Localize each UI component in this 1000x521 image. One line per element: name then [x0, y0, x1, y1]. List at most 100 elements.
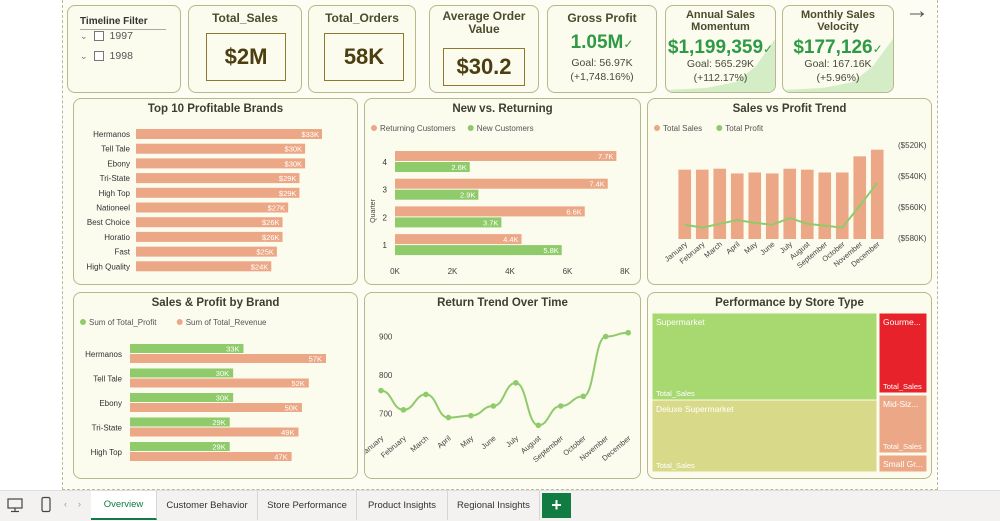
kpi-delta: (+1,748.16%) — [570, 71, 634, 83]
legend-label: Sum of Total_Profit — [89, 318, 157, 327]
tab-overview[interactable]: Overview — [91, 491, 157, 520]
tick-label: Ebony — [107, 159, 130, 168]
bar — [130, 452, 292, 461]
data-point — [535, 422, 542, 429]
data-label: $27K — [268, 204, 286, 213]
legend-marker — [654, 125, 660, 131]
kpi-title: Gross Profit — [567, 11, 637, 25]
panel-sales-profit-trend: Sales vs Profit Trend Total Sales Total P… — [647, 98, 932, 285]
tick-label: Nationeel — [96, 204, 130, 213]
chart-top-brands: Hermanos $33K Tell Tale $30K Ebony $30K Tri-St… — [86, 129, 322, 272]
timeline-filter: Timeline Filter ⌄ 1997 ⌄ 1998 — [67, 5, 181, 93]
tick-label: High Quality — [86, 262, 130, 271]
kpi-title: Total_Orders — [325, 11, 399, 25]
cell-label: Small Gr... — [883, 459, 923, 469]
cell-metric: Total_Sales — [883, 382, 922, 391]
kpi-annual-sales-momentum: Annual Sales Momentum $1,199,359✓ Goal: … — [665, 5, 776, 93]
scroll-left-icon[interactable]: ‹ — [64, 499, 67, 509]
bar — [853, 156, 867, 239]
data-label: $24K — [251, 262, 269, 271]
bar — [395, 245, 562, 256]
data-label: 2.9K — [460, 191, 475, 200]
tick-label: ($580K) — [898, 234, 927, 243]
chevron-down-icon: ⌄ — [80, 30, 88, 41]
data-point — [490, 403, 497, 409]
data-label: $33K — [301, 130, 319, 139]
chevron-down-icon: ⌄ — [80, 50, 88, 61]
data-point — [468, 412, 474, 419]
bar — [136, 217, 283, 228]
filter-title: Timeline Filter — [80, 16, 166, 30]
legend-marker — [371, 125, 377, 131]
data-point — [445, 414, 452, 421]
tab-store-performance[interactable]: Store Performance — [258, 491, 357, 520]
kpi-title: Total_Sales — [212, 11, 278, 25]
add-page-button[interactable]: + — [542, 493, 571, 518]
kpi-value: $30.2 — [443, 48, 525, 86]
kpi-value: 1.05M✓ — [570, 32, 634, 53]
legend-label: Returning Customers — [380, 124, 456, 133]
page-tabs-bar: ‹ › Overview Customer Behavior Store Per… — [0, 490, 1000, 521]
arrow-right-icon[interactable]: → — [899, 0, 935, 24]
kpi-goal: Goal: 565.29K — [686, 58, 755, 70]
check-icon: ✓ — [872, 42, 883, 56]
kpi-delta: (+112.17%) — [693, 72, 748, 84]
tab-customer-behavior[interactable]: Customer Behavior — [157, 491, 258, 520]
desktop-view-icon[interactable] — [6, 497, 24, 513]
tick-label: July — [504, 433, 520, 449]
data-label: 4.4K — [503, 235, 518, 244]
bar — [136, 187, 300, 198]
tick-label: June — [479, 434, 497, 451]
tick-label: 0K — [390, 267, 400, 276]
tick-label: 6K — [563, 267, 573, 276]
filter-option-1997[interactable]: ⌄ 1997 — [80, 30, 133, 42]
checkbox[interactable] — [93, 31, 104, 41]
data-label: 5.8K — [543, 246, 558, 255]
tab-product-insights[interactable]: Product Insights — [357, 491, 448, 520]
kpi-value: $177,126✓ — [793, 37, 883, 58]
tick-label: 2 — [383, 213, 388, 222]
data-label: 7.4K — [589, 180, 604, 189]
bar — [395, 206, 585, 217]
kpi-total-orders: Total_Orders 58K — [308, 5, 416, 93]
bar — [130, 354, 326, 363]
checkbox[interactable] — [93, 51, 104, 61]
bar — [130, 427, 299, 437]
tick-label: Hermanos — [93, 130, 130, 139]
bar — [130, 378, 309, 388]
tab-regional-insights[interactable]: Regional Insights — [448, 491, 540, 520]
tick-label: Ebony — [99, 399, 122, 408]
data-point — [602, 333, 609, 340]
bar — [136, 202, 289, 213]
bar — [130, 403, 302, 412]
data-label: 6.6K — [566, 207, 581, 216]
tick-label: 700 — [379, 410, 393, 419]
bar — [678, 169, 692, 239]
data-label: 2.6K — [451, 163, 466, 172]
check-icon: ✓ — [623, 37, 634, 51]
scroll-right-icon[interactable]: › — [78, 499, 81, 509]
legend-marker — [716, 125, 723, 131]
data-label: 30K — [216, 369, 229, 378]
treemap-store-type: Supermarket Total_Sales Deluxe Supermarket… — [651, 312, 928, 473]
tick-label: High Top — [91, 448, 123, 457]
filter-option-1998[interactable]: ⌄ 1998 — [80, 50, 133, 62]
mobile-view-icon[interactable] — [40, 496, 52, 514]
chart-sales-profit-trend: Total Sales Total ProfitJanuaryFebruaryMa… — [654, 124, 927, 270]
cell-label: Deluxe Supermarket — [656, 404, 734, 414]
data-label: 47K — [274, 453, 287, 462]
cell-metric: Total_Sales — [656, 461, 695, 470]
legend-marker — [80, 319, 86, 325]
legend-marker — [467, 125, 474, 131]
check-icon: ✓ — [763, 42, 774, 56]
tick-label: ($560K) — [898, 203, 927, 212]
tick-label: March — [702, 240, 724, 260]
data-label: 33K — [226, 345, 239, 354]
bar — [713, 168, 727, 239]
data-label: 29K — [212, 418, 225, 427]
kpi-average-order-value: Average Order Value $30.2 — [429, 5, 539, 93]
data-label: 57K — [309, 355, 322, 364]
panel-new-vs-returning: New vs. Returning Returning Customers New… — [364, 98, 641, 285]
tick-label: Tri-State — [92, 424, 123, 433]
tick-label: March — [408, 434, 430, 454]
